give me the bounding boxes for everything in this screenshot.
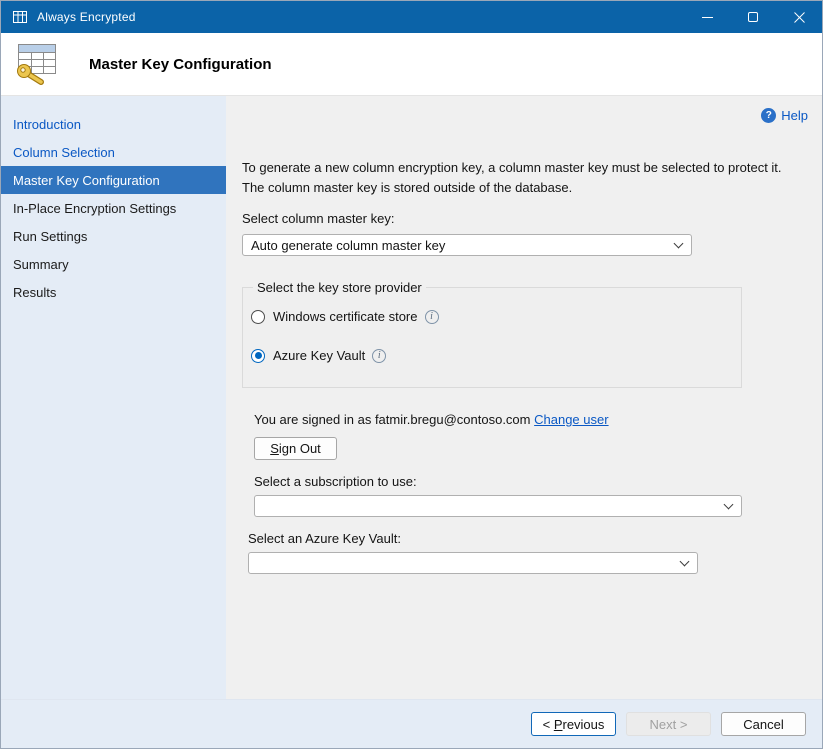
key-store-provider-legend: Select the key store provider	[253, 280, 426, 295]
subscription-label: Select a subscription to use:	[254, 474, 822, 489]
page-title: Master Key Configuration	[89, 56, 272, 73]
radio-windows-certificate-store-label: Windows certificate store	[273, 309, 418, 324]
intro-text: To generate a new column encryption key,…	[242, 158, 798, 197]
close-icon	[794, 12, 805, 23]
radio-selected-icon	[251, 349, 265, 363]
radio-azure-key-vault-label: Azure Key Vault	[273, 348, 365, 363]
chevron-down-icon	[674, 239, 684, 249]
sidebar-item-introduction[interactable]: Introduction	[1, 110, 226, 138]
help-icon: ?	[761, 108, 776, 123]
wizard-header: Master Key Configuration	[1, 33, 822, 96]
wizard-steps-sidebar: Introduction Column Selection Master Key…	[1, 96, 226, 699]
sidebar-item-summary[interactable]: Summary	[1, 250, 226, 278]
main-content: ? Help To generate a new column encrypti…	[226, 96, 822, 699]
sidebar-item-results[interactable]: Results	[1, 278, 226, 306]
sidebar-item-master-key-configuration[interactable]: Master Key Configuration	[1, 166, 226, 194]
signed-in-text: You are signed in as fatmir.bregu@contos…	[254, 412, 822, 427]
previous-button[interactable]: < Previous	[531, 712, 616, 736]
subscription-select[interactable]	[254, 495, 742, 517]
info-icon[interactable]: i	[372, 349, 386, 363]
maximize-icon	[748, 12, 758, 22]
column-master-key-select[interactable]: Auto generate column master key	[242, 234, 692, 256]
sidebar-item-column-selection[interactable]: Column Selection	[1, 138, 226, 166]
table-key-icon	[11, 41, 61, 87]
column-master-key-value: Auto generate column master key	[251, 238, 445, 253]
sidebar-item-in-place-encryption-settings[interactable]: In-Place Encryption Settings	[1, 194, 226, 222]
maximize-button[interactable]	[730, 1, 776, 33]
minimize-icon	[702, 17, 713, 18]
titlebar: Always Encrypted	[1, 1, 822, 33]
window-title: Always Encrypted	[37, 10, 136, 24]
sidebar-item-run-settings[interactable]: Run Settings	[1, 222, 226, 250]
change-user-link[interactable]: Change user	[534, 412, 608, 427]
sign-out-button[interactable]: Sign Out	[254, 437, 337, 460]
cancel-button[interactable]: Cancel	[721, 712, 806, 736]
chevron-down-icon	[724, 500, 734, 510]
wizard-body: Introduction Column Selection Master Key…	[1, 96, 822, 699]
key-vault-label: Select an Azure Key Vault:	[248, 531, 822, 546]
chevron-down-icon	[680, 557, 690, 567]
radio-unselected-icon	[251, 310, 265, 324]
close-button[interactable]	[776, 1, 822, 33]
column-master-key-label: Select column master key:	[242, 211, 822, 226]
info-icon[interactable]: i	[425, 310, 439, 324]
help-label: Help	[781, 108, 808, 123]
footer: < Previous Next > Cancel	[1, 699, 822, 748]
app-icon	[12, 9, 28, 25]
minimize-button[interactable]	[684, 1, 730, 33]
next-button[interactable]: Next >	[626, 712, 711, 736]
help-link[interactable]: ? Help	[761, 108, 808, 123]
signed-in-message: You are signed in as fatmir.bregu@contos…	[254, 412, 531, 427]
radio-windows-certificate-store[interactable]: Windows certificate store i	[251, 309, 731, 324]
radio-azure-key-vault[interactable]: Azure Key Vault i	[251, 348, 731, 363]
key-store-provider-group: Select the key store provider Windows ce…	[242, 280, 742, 388]
key-vault-select[interactable]	[248, 552, 698, 574]
always-encrypted-window: Always Encrypted	[0, 0, 823, 749]
